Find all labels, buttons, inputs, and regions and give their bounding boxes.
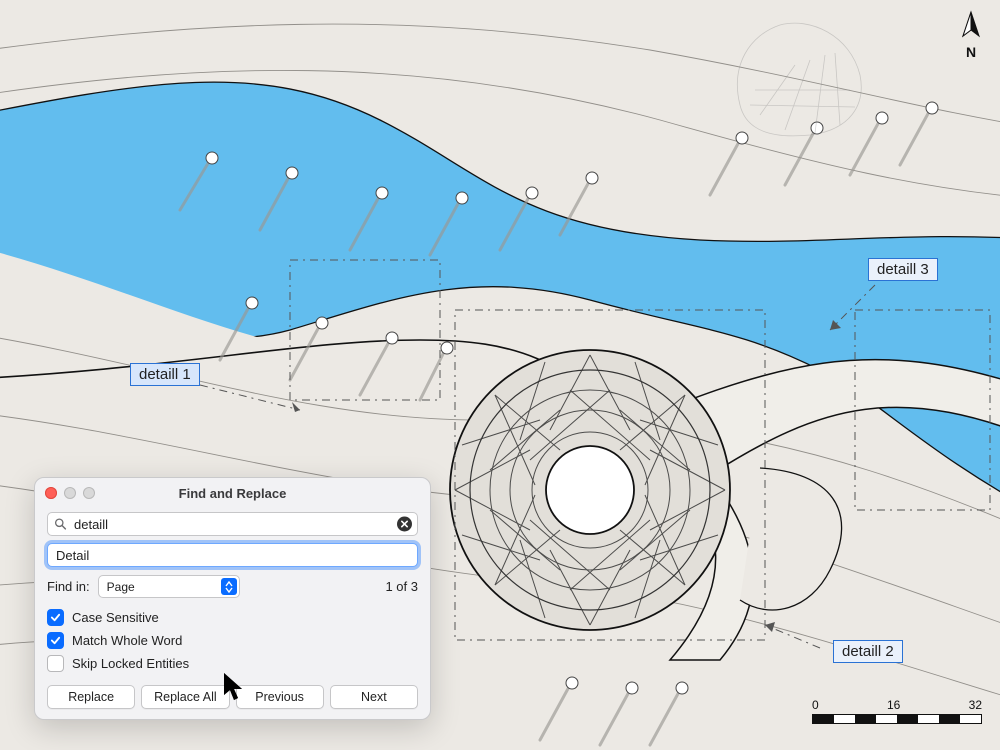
close-icon [400,520,409,529]
match-whole-word-label: Match Whole Word [72,633,182,648]
case-sensitive-option[interactable]: Case Sensitive [47,606,418,629]
match-whole-word-option[interactable]: Match Whole Word [47,629,418,652]
scale-tick-0: 0 [812,698,819,712]
compass: N [957,10,985,60]
skip-locked-label: Skip Locked Entities [72,656,189,671]
find-in-label: Find in: [47,579,90,594]
scope-value: Page [107,580,135,594]
zoom-window-button[interactable] [83,487,95,499]
search-icon [54,518,67,531]
checkbox-icon [47,655,64,672]
checkbox-icon [47,632,64,649]
previous-button[interactable]: Previous [236,685,324,709]
scale-tick-2: 32 [969,698,982,712]
close-window-button[interactable] [45,487,57,499]
next-button[interactable]: Next [330,685,418,709]
find-replace-dialog[interactable]: Find and Replace Find in: Page [34,477,431,720]
scope-select[interactable]: Page [98,575,240,598]
find-field-row [47,512,418,536]
annotation-detail-2[interactable]: detaill 2 [833,640,903,663]
match-count: 1 of 3 [385,579,418,594]
window-controls [45,487,95,499]
case-sensitive-label: Case Sensitive [72,610,159,625]
north-arrow-icon [959,10,983,46]
select-stepper-icon [221,578,237,595]
minimize-window-button[interactable] [64,487,76,499]
annotation-detail-3[interactable]: detaill 3 [868,258,938,281]
find-input[interactable] [47,512,418,536]
replace-all-button[interactable]: Replace All [141,685,229,709]
skip-locked-option[interactable]: Skip Locked Entities [47,652,418,675]
replace-input[interactable] [47,543,418,567]
compass-label: N [957,44,985,60]
dialog-titlebar[interactable]: Find and Replace [35,478,430,508]
checkbox-icon [47,609,64,626]
annotation-detail-1[interactable]: detaill 1 [130,363,200,386]
clear-find-button[interactable] [397,517,412,532]
scale-tick-1: 16 [887,698,900,712]
scale-bar: 0 16 32 [812,698,982,724]
replace-field-row [47,543,418,567]
replace-button[interactable]: Replace [47,685,135,709]
